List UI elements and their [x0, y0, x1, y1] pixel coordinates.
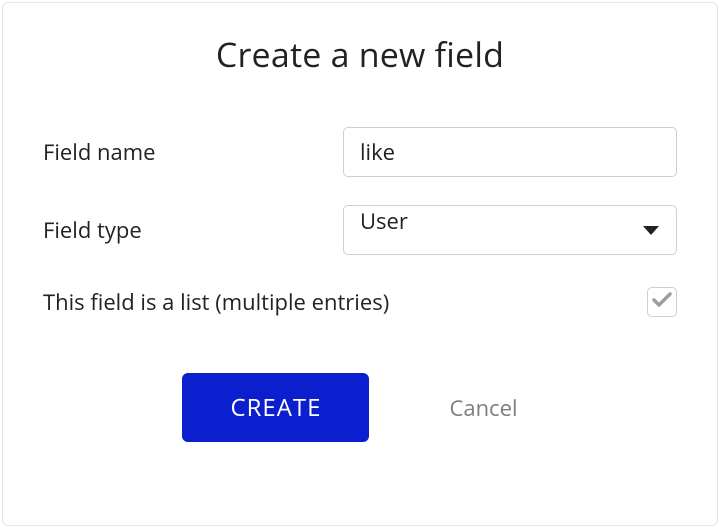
dialog-title: Create a new field	[43, 31, 677, 77]
list-checkbox-row: This field is a list (multiple entries)	[43, 287, 677, 317]
cancel-button[interactable]: Cancel	[429, 383, 537, 433]
field-name-input[interactable]	[343, 127, 677, 177]
field-type-label: Field type	[43, 215, 323, 245]
list-checkbox-label: This field is a list (multiple entries)	[43, 287, 389, 317]
field-type-select-wrapper: User	[343, 205, 677, 255]
field-type-row: Field type User	[43, 205, 677, 255]
create-field-dialog: Create a new field Field name Field type…	[2, 2, 718, 526]
dialog-actions: CREATE Cancel	[43, 373, 677, 442]
create-button[interactable]: CREATE	[182, 373, 369, 442]
list-checkbox[interactable]	[647, 287, 677, 317]
field-type-select[interactable]: User	[343, 205, 677, 255]
check-icon	[652, 291, 672, 313]
field-name-row: Field name	[43, 127, 677, 177]
field-name-label: Field name	[43, 137, 323, 167]
